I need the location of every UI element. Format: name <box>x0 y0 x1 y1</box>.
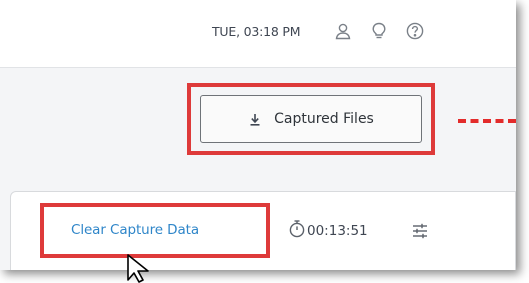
lightbulb-icon[interactable] <box>367 19 391 43</box>
mouse-pointer-icon <box>126 253 168 283</box>
captured-files-label: Captured Files <box>274 111 374 127</box>
download-icon <box>248 112 262 126</box>
user-icon[interactable] <box>331 19 355 43</box>
clear-capture-data-link[interactable]: Clear Capture Data <box>71 222 199 238</box>
stopwatch-icon <box>288 219 307 242</box>
captured-files-button[interactable]: Captured Files <box>200 95 422 143</box>
callout-connector <box>458 119 516 123</box>
app-window: TUE, 03:18 PM Captured Files Clear Captu… <box>0 0 516 270</box>
datetime: TUE, 03:18 PM <box>212 24 301 39</box>
capture-timer: 00:13:51 <box>288 219 368 242</box>
sliders-icon[interactable] <box>410 221 430 241</box>
top-bar: TUE, 03:18 PM <box>0 0 516 68</box>
timer-value: 00:13:51 <box>307 222 368 239</box>
help-icon[interactable] <box>403 19 427 43</box>
